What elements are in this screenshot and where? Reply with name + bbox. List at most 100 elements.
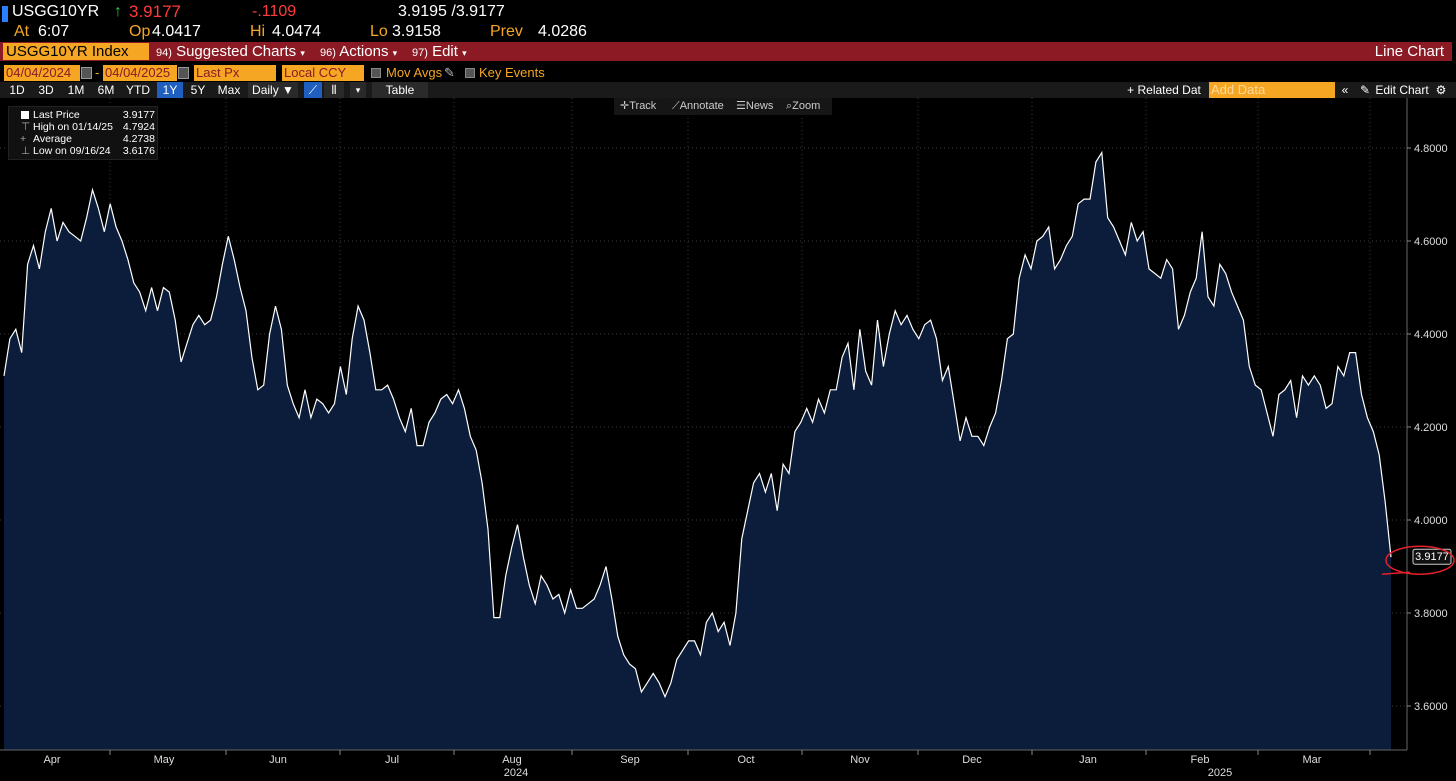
range-ytd[interactable]: YTD: [122, 82, 154, 98]
price-field-select[interactable]: Last Px: [194, 65, 276, 81]
chart-legend: Last Price 3.9177 ⊤ High on 01/14/25 4.7…: [8, 106, 158, 160]
zoom-button[interactable]: ⌕ Zoom: [786, 98, 820, 115]
legend-label: Average: [33, 133, 72, 145]
period-select[interactable]: Daily ▼: [248, 82, 298, 98]
x-tick-label: Nov: [850, 754, 870, 766]
calendar-icon[interactable]: [178, 67, 189, 79]
legend-high: ⊤ High on 01/14/25 4.7924: [13, 121, 155, 133]
end-date-field[interactable]: 04/04/2025: [103, 65, 177, 81]
annotate-button[interactable]: ⟋ Annotate: [672, 98, 724, 115]
legend-value: 4.7924: [122, 121, 155, 133]
add-data-input[interactable]: Add Data: [1209, 82, 1335, 98]
legend-value: 3.9177: [122, 109, 155, 121]
edit-menu[interactable]: 97) Edit ▾: [412, 42, 467, 61]
price-area: [4, 152, 1391, 751]
range-1m[interactable]: 1M: [62, 82, 90, 98]
range-3d[interactable]: 3D: [33, 82, 59, 98]
gear-icon[interactable]: ⚙: [1434, 82, 1448, 98]
up-arrow-icon: ↑: [114, 3, 122, 20]
quote-header: USGG10YR ↑ 3.9177 -.1109 3.9195 /3.9177 …: [0, 0, 1456, 42]
mov-avgs-checkbox[interactable]: [371, 68, 381, 78]
average-marker-icon: +: [20, 133, 27, 145]
last-value-label: 3.9177: [1415, 551, 1449, 563]
open-label: Op: [129, 23, 151, 40]
security-field[interactable]: USGG10YR Index: [3, 43, 149, 60]
high-value: 4.0474: [272, 23, 321, 40]
legend-label: Low on 09/16/24: [33, 145, 111, 157]
chart-type-dropdown-icon[interactable]: ▾: [350, 82, 366, 98]
last-price: 3.9177: [129, 2, 181, 21]
x-tick-label: Sep: [620, 754, 640, 766]
y-tick-label: 4.6000: [1414, 236, 1448, 248]
high-marker-icon: ⊤: [21, 121, 31, 133]
key-events-checkbox[interactable]: [465, 68, 475, 78]
menu-number: 97): [412, 47, 428, 59]
menu-bar: USGG10YR Index 94) Suggested Charts ▾ 96…: [0, 42, 1452, 61]
menu-label: Actions: [339, 43, 389, 60]
range-6m[interactable]: 6M: [92, 82, 120, 98]
x-tick-label: Feb: [1191, 754, 1210, 766]
net-change: -.1109: [252, 3, 297, 20]
open-value: 4.0417: [152, 23, 201, 40]
x-tick-label: May: [154, 754, 175, 766]
x-axis: Apr May Jun Jul Aug Sep Oct Nov Dec Jan Feb Mar 2024…: [0, 749, 1407, 779]
legend-value: 3.6176: [122, 145, 155, 157]
x-tick-label: Apr: [43, 754, 60, 766]
key-events-label: Key Events: [479, 65, 545, 80]
at-time: 6:07: [38, 23, 70, 40]
y-tick-label: 3.6000: [1414, 701, 1448, 713]
track-label: Track: [629, 100, 657, 112]
edit-chart-button[interactable]: Edit Chart: [1372, 82, 1432, 98]
bid-ask: 3.9195 /3.9177: [398, 3, 505, 20]
line-chart-icon[interactable]: ⟋: [304, 82, 322, 98]
news-label: News: [745, 100, 774, 112]
x-tick-label: Jul: [385, 754, 399, 766]
suggested-charts-menu[interactable]: 94) Suggested Charts ▾: [156, 42, 305, 61]
range-bar: 1D 3D 1M 6M YTD 1Y 5Y Max Daily ▼ ⟋ ⫴ ▾ …: [0, 82, 1456, 98]
year-label: 2024: [504, 767, 528, 779]
x-tick-label: Jun: [269, 754, 287, 766]
related-data-button[interactable]: + Related Dat: [1122, 82, 1206, 98]
ticker-marker: [2, 6, 8, 22]
dropdown-arrow-icon: ▾: [392, 48, 398, 58]
actions-menu[interactable]: 96) Actions ▾: [320, 42, 397, 61]
zoom-label: Zoom: [792, 100, 821, 112]
chart-toolbar: ✛ Track ⟋ Annotate ☰ News ⌕ Zoom: [614, 98, 832, 115]
y-axis: 4.8000 4.6000 4.4000 4.2000 4.0000 3.8000 3.60…: [1406, 98, 1448, 750]
legend-low: ⊥ Low on 09/16/24 3.6176: [13, 145, 155, 157]
menu-number: 96): [320, 47, 336, 59]
range-5y[interactable]: 5Y: [185, 82, 211, 98]
range-1d[interactable]: 1D: [4, 82, 30, 98]
range-1y[interactable]: 1Y: [157, 82, 183, 98]
at-label: At: [14, 23, 30, 40]
low-marker-icon: ⊥: [21, 145, 31, 157]
pencil-icon[interactable]: ✎: [1360, 82, 1370, 98]
menu-label: Edit: [432, 43, 458, 60]
start-date-field[interactable]: 04/04/2024: [4, 65, 80, 81]
legend-label: Last Price: [33, 109, 80, 121]
news-button[interactable]: ☰ News: [736, 98, 773, 115]
y-tick-label: 4.4000: [1414, 329, 1448, 341]
track-button[interactable]: ✛ Track: [620, 98, 656, 115]
quote-ticker[interactable]: USGG10YR: [12, 2, 99, 22]
x-tick-label: Mar: [1303, 754, 1322, 766]
collapse-icon[interactable]: «: [1338, 82, 1352, 98]
chart-type-label[interactable]: Line Chart: [1375, 42, 1444, 61]
dropdown-arrow-icon: ▾: [300, 48, 305, 58]
legend-average: + Average 4.2738: [13, 133, 155, 145]
year-label: 2025: [1208, 767, 1232, 779]
x-tick-label: Oct: [737, 754, 754, 766]
low-value: 3.9158: [392, 23, 441, 40]
legend-last[interactable]: Last Price 3.9177: [13, 109, 155, 121]
pencil-icon[interactable]: ✎: [444, 65, 455, 81]
x-tick-label: Dec: [962, 754, 982, 766]
table-button[interactable]: Table: [372, 82, 428, 98]
range-max[interactable]: Max: [214, 82, 244, 98]
price-chart[interactable]: 4.8000 4.6000 4.4000 4.2000 4.0000 3.8000 3.60…: [0, 98, 1456, 781]
annotate-label: Annotate: [679, 100, 724, 112]
bar-chart-icon[interactable]: ⫴: [324, 82, 344, 98]
y-tick-label: 4.0000: [1414, 515, 1448, 527]
currency-select[interactable]: Local CCY: [282, 65, 364, 81]
mov-avgs-label: Mov Avgs: [386, 65, 443, 80]
calendar-icon[interactable]: [81, 67, 92, 79]
